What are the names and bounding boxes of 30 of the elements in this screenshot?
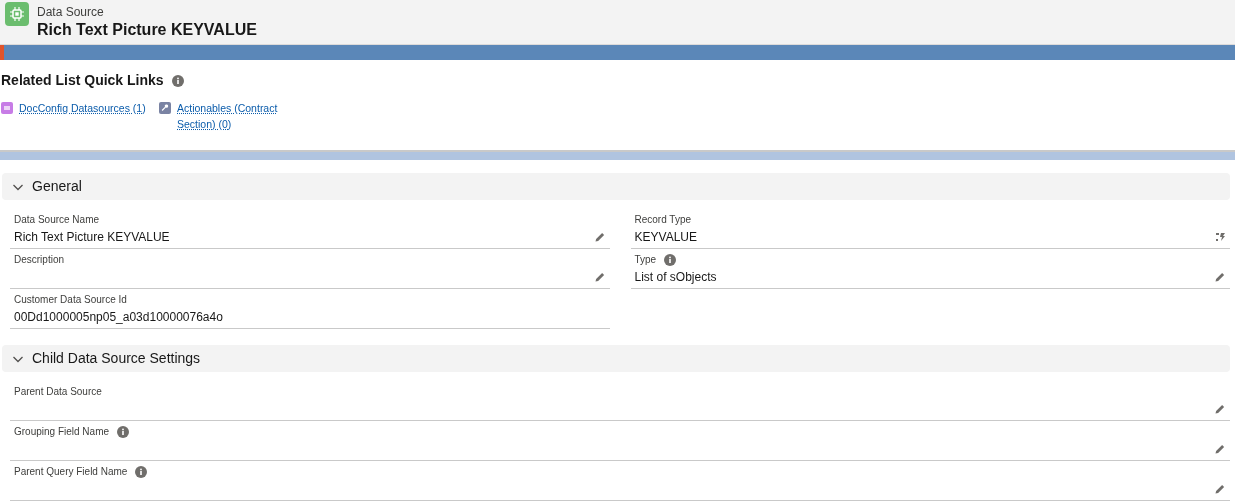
record-title: Rich Text Picture KEYVALUE <box>37 19 257 40</box>
pencil-icon[interactable] <box>1214 402 1226 415</box>
info-icon[interactable] <box>135 465 148 478</box>
info-icon[interactable] <box>664 253 677 266</box>
field-value: List of sObjects <box>634 268 717 286</box>
change-record-type-icon[interactable] <box>1214 230 1226 243</box>
field-label: Grouping Field Name <box>14 425 110 439</box>
field-label: Parent Query Field Name <box>14 465 128 479</box>
field-label: Customer Data Source Id <box>14 293 127 307</box>
field-label: Data Source Name <box>14 213 100 227</box>
field-label: Description <box>14 253 65 267</box>
related-list-link[interactable]: Actionables (Contract Section) (0) <box>177 100 309 132</box>
info-icon[interactable] <box>171 74 184 87</box>
record-type-label: Data Source <box>37 4 105 20</box>
section-header[interactable]: General <box>2 173 1230 200</box>
pencil-icon[interactable] <box>1214 270 1226 283</box>
field-value: Rich Text Picture KEYVALUE <box>14 228 170 246</box>
section-header[interactable]: Child Data Source Settings <box>2 345 1230 372</box>
field-value: KEYVALUE <box>634 228 697 246</box>
field-label: Record Type <box>634 213 691 227</box>
info-icon[interactable] <box>117 425 130 438</box>
pencil-icon[interactable] <box>1214 442 1226 455</box>
field-value: 00Dd1000005np05_a03d10000076a4o <box>14 308 223 326</box>
pencil-icon[interactable] <box>593 270 606 283</box>
card-title: Related List Quick Links <box>1 71 164 90</box>
pencil-icon[interactable] <box>1214 482 1226 495</box>
pencil-icon[interactable] <box>593 230 606 243</box>
field-label: Type <box>634 253 657 267</box>
field-label: Parent Data Source <box>14 385 102 399</box>
related-list-link[interactable]: DocConfig Datasources (1) <box>19 100 146 116</box>
